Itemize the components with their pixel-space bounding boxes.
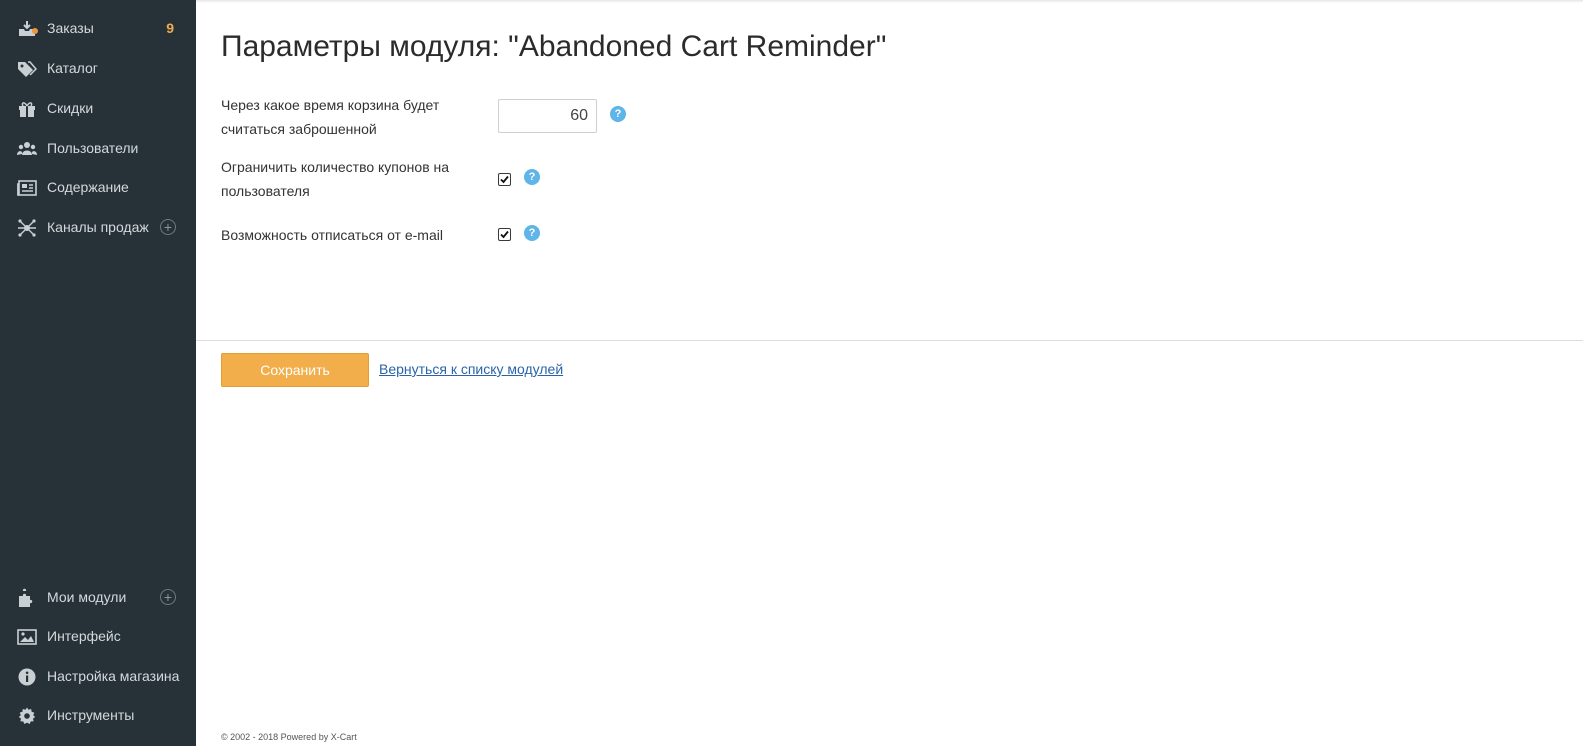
sidebar-item-content[interactable]: Содержание: [0, 168, 196, 208]
checkmark-icon: [500, 175, 509, 184]
puzzle-icon: [17, 588, 37, 608]
sidebar-item-label: Заказы: [47, 20, 94, 36]
help-icon[interactable]: ?: [524, 225, 540, 241]
sidebar-item-label: Интерфейс: [47, 628, 121, 644]
sidebar-item-catalog[interactable]: Каталог: [0, 49, 196, 89]
sidebar-item-label: Скидки: [47, 100, 94, 116]
image-icon: [17, 627, 37, 647]
back-to-modules-link[interactable]: Вернуться к списку модулей: [379, 361, 563, 377]
orders-count-badge: 9: [166, 20, 174, 36]
sidebar-item-label: Инструменты: [47, 707, 135, 723]
sidebar-item-tools[interactable]: Инструменты: [0, 696, 196, 736]
notification-dot: [32, 28, 38, 34]
sidebar-item-label: Каналы продаж: [47, 219, 149, 235]
tags-icon: [17, 59, 37, 79]
limit-coupons-checkbox[interactable]: [498, 173, 511, 186]
footer-copyright: © 2002 - 2018 Powered by X-Cart: [221, 732, 357, 742]
expand-plus-icon[interactable]: +: [160, 589, 176, 605]
abandon-time-input[interactable]: [498, 99, 597, 133]
limit-coupons-label: Ограничить количество купонов на пользов…: [221, 159, 450, 199]
sidebar-item-label: Мои модули: [47, 589, 127, 605]
checkmark-icon: [500, 230, 509, 239]
page-title: Параметры модуля: "Abandoned Cart Remind…: [221, 30, 887, 63]
unsubscribe-checkbox[interactable]: [498, 228, 511, 241]
users-icon: [17, 139, 37, 159]
help-icon[interactable]: ?: [610, 106, 626, 122]
help-icon[interactable]: ?: [524, 169, 540, 185]
sidebar-item-label: Каталог: [47, 60, 98, 76]
gear-icon: [17, 706, 37, 726]
sidebar-item-my-modules[interactable]: Мои модули +: [0, 578, 196, 618]
newspaper-icon: [17, 178, 37, 198]
sidebar-item-label: Настройка магазина: [47, 668, 180, 684]
form-divider: [196, 340, 1583, 341]
gift-icon: [17, 99, 37, 119]
sidebar-item-label: Пользователи: [47, 140, 139, 156]
sidebar-item-interface[interactable]: Интерфейс: [0, 617, 196, 657]
expand-plus-icon[interactable]: +: [160, 219, 176, 235]
sidebar: Заказы 9 Каталог Скидки Пользователи Сод…: [0, 0, 196, 746]
unsubscribe-label: Возможность отписаться от e-mail: [221, 227, 443, 243]
sidebar-item-label: Содержание: [47, 179, 129, 195]
sidebar-item-users[interactable]: Пользователи: [0, 129, 196, 169]
save-button[interactable]: Сохранить: [221, 353, 369, 387]
network-hub-icon: [17, 218, 37, 238]
sidebar-item-orders[interactable]: Заказы 9: [0, 9, 196, 49]
sidebar-item-discounts[interactable]: Скидки: [0, 89, 196, 129]
top-strip: [196, 0, 1583, 3]
sidebar-item-sales-channels[interactable]: Каналы продаж +: [0, 208, 196, 248]
sidebar-item-store-settings[interactable]: Настройка магазина: [0, 657, 196, 697]
info-circle-icon: [17, 667, 37, 687]
abandon-time-label: Через какое время корзина будет считатьс…: [221, 97, 440, 137]
